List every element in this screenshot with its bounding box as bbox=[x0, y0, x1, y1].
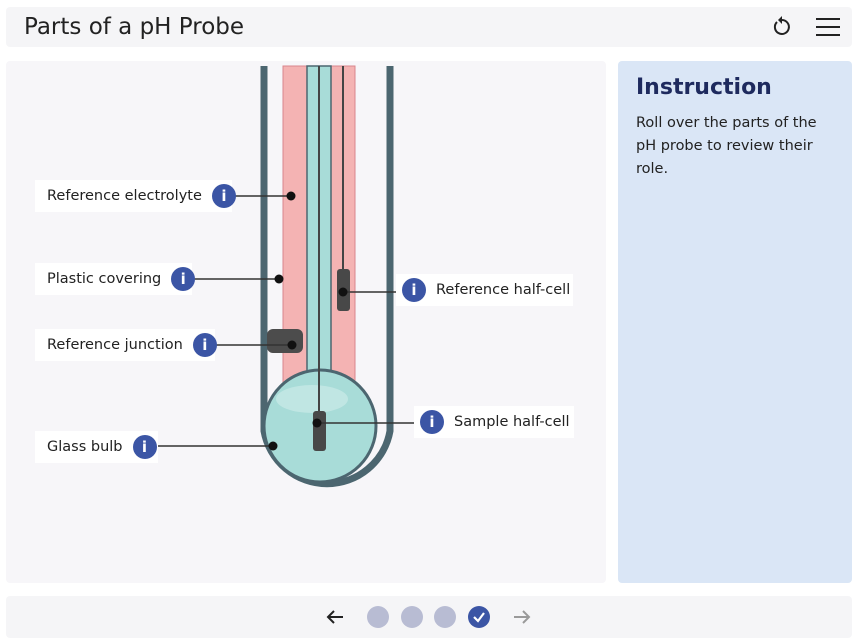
checkmark-icon bbox=[473, 612, 485, 623]
reference-electrolyte-marker bbox=[286, 191, 296, 201]
info-icon[interactable]: i bbox=[402, 278, 426, 302]
info-icon[interactable]: i bbox=[192, 333, 217, 357]
page-title: Parts of a pH Probe bbox=[24, 14, 245, 40]
reference-junction-marker bbox=[287, 340, 297, 350]
info-icon[interactable]: i bbox=[211, 184, 236, 208]
instruction-text: Roll over the parts of the pH probe to r… bbox=[636, 115, 817, 177]
arrow-left-icon bbox=[326, 610, 343, 624]
sample-half-cell-electrode bbox=[313, 411, 326, 451]
instruction-panel: Instruction Roll over the parts of the p… bbox=[618, 61, 852, 583]
label-text: Reference half-cell bbox=[436, 282, 571, 298]
footer-nav bbox=[6, 596, 852, 638]
arrow-right-icon bbox=[514, 610, 531, 624]
reset-button[interactable] bbox=[768, 13, 796, 41]
label-plastic-covering[interactable]: Plastic covering i bbox=[35, 263, 196, 295]
previous-button[interactable] bbox=[324, 606, 346, 628]
page-dot-1[interactable] bbox=[367, 606, 389, 628]
ph-probe-diagram bbox=[158, 65, 414, 488]
info-icon[interactable]: i bbox=[420, 410, 444, 434]
sample-half-cell-marker bbox=[312, 418, 322, 428]
label-glass-bulb[interactable]: Glass bulb i bbox=[35, 431, 158, 463]
instruction-title: Instruction bbox=[636, 75, 772, 100]
label-text: Reference electrolyte bbox=[47, 188, 202, 204]
label-reference-electrolyte[interactable]: Reference electrolyte i bbox=[35, 180, 236, 212]
page-dot-3[interactable] bbox=[434, 606, 456, 628]
probe-diagram-area: Reference electrolyte i Plastic covering… bbox=[6, 61, 606, 583]
next-button[interactable] bbox=[511, 606, 533, 628]
info-icon[interactable]: i bbox=[132, 435, 157, 459]
reference-junction bbox=[267, 329, 303, 353]
header-bar: Parts of a pH Probe bbox=[6, 7, 852, 47]
menu-button[interactable] bbox=[814, 13, 842, 41]
page-dot-2[interactable] bbox=[401, 606, 423, 628]
label-text: Reference junction bbox=[47, 337, 183, 353]
label-reference-junction[interactable]: Reference junction i bbox=[35, 329, 217, 361]
label-sample-half-cell[interactable]: i Sample half-cell bbox=[414, 406, 574, 438]
plastic-covering-marker bbox=[274, 274, 284, 284]
label-text: Glass bulb bbox=[47, 439, 123, 455]
info-icon[interactable]: i bbox=[171, 267, 196, 291]
page-dot-4-completed[interactable] bbox=[468, 606, 490, 628]
glass-bulb-marker bbox=[268, 441, 278, 451]
reference-half-cell-marker bbox=[338, 287, 348, 297]
label-reference-half-cell[interactable]: i Reference half-cell bbox=[396, 274, 573, 306]
label-text: Plastic covering bbox=[47, 271, 162, 287]
hamburger-menu-icon bbox=[816, 18, 840, 36]
label-text: Sample half-cell bbox=[454, 414, 570, 430]
reset-icon bbox=[773, 16, 790, 35]
